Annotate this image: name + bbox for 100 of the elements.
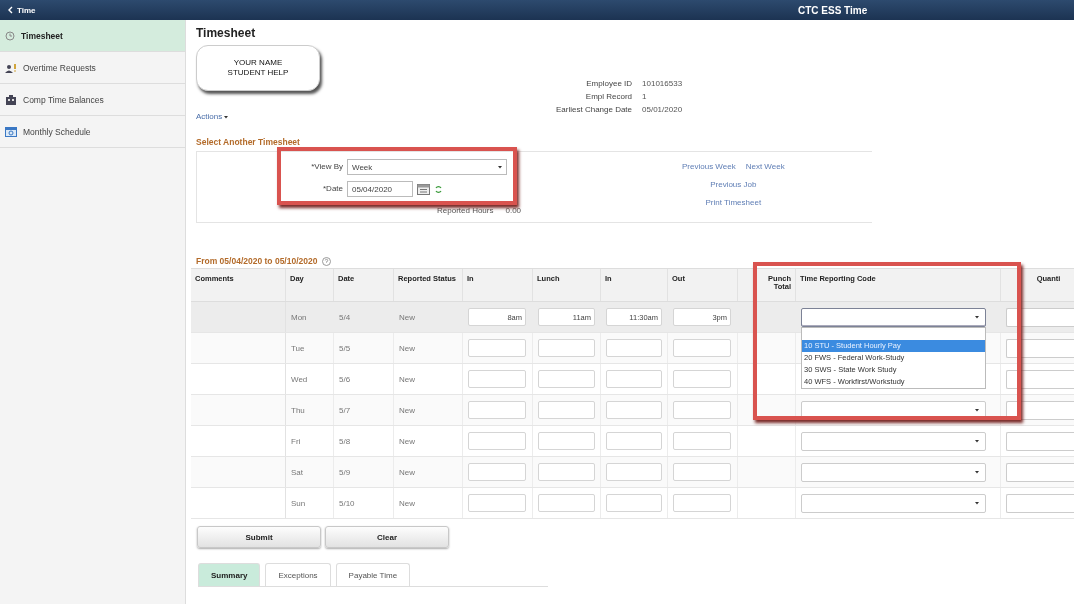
tab[interactable]: Summary xyxy=(198,563,261,586)
time-input[interactable] xyxy=(673,370,731,388)
sidebar-item[interactable]: Timesheet xyxy=(0,20,185,52)
tab[interactable]: Payable Time xyxy=(335,563,411,586)
time-input[interactable] xyxy=(538,370,595,388)
time-input[interactable] xyxy=(468,370,526,388)
time-input[interactable] xyxy=(606,494,662,512)
time-input[interactable] xyxy=(468,463,526,481)
date-cell: 5/6 xyxy=(339,374,351,384)
time-input[interactable] xyxy=(673,463,731,481)
clock-icon xyxy=(5,30,15,41)
sidebar-item[interactable]: Monthly Schedule xyxy=(0,116,185,148)
status-cell: New xyxy=(399,374,415,384)
date-cell: 5/9 xyxy=(339,467,351,477)
date-cell: 5/8 xyxy=(339,436,351,446)
quantity-input[interactable] xyxy=(1006,431,1074,451)
day-cell: Tue xyxy=(291,343,305,353)
time-input[interactable] xyxy=(606,432,662,450)
sidebar-item[interactable]: Comp Time Balances xyxy=(0,84,185,116)
calendar-icon xyxy=(5,126,17,137)
back-icon xyxy=(8,6,13,14)
status-cell: New xyxy=(399,467,415,477)
tab[interactable]: Exceptions xyxy=(265,563,331,586)
quantity-input[interactable] xyxy=(1006,493,1074,513)
field-label: *View By xyxy=(310,161,344,173)
time-reporting-code-select[interactable] xyxy=(801,462,986,482)
info-value: 05/01/2020 xyxy=(642,105,683,114)
section-title: Select Another Timesheet xyxy=(196,137,301,147)
day-cell: Sun xyxy=(291,498,306,508)
quantity-input[interactable] xyxy=(1006,462,1074,482)
date-input[interactable]: 05/04/2020 xyxy=(347,181,413,197)
time-input[interactable] xyxy=(468,339,526,357)
time-input[interactable] xyxy=(468,401,526,419)
quantity-input[interactable] xyxy=(1006,400,1074,420)
sidebar-item[interactable]: Overtime Requests xyxy=(0,52,185,84)
help-icon[interactable] xyxy=(322,256,332,266)
quantity-input[interactable] xyxy=(1006,369,1074,389)
time-input[interactable] xyxy=(673,401,731,419)
period-label: From 05/04/2020 to 05/10/2020 xyxy=(196,256,318,266)
time-input[interactable] xyxy=(606,463,662,481)
status-cell: New xyxy=(399,498,415,508)
building-icon xyxy=(5,94,17,105)
date-cell: 5/5 xyxy=(339,343,351,353)
day-cell: Thu xyxy=(291,405,305,415)
view-by-select[interactable]: Week xyxy=(347,159,507,175)
dropdown-arrow-icon xyxy=(224,114,229,119)
status-cell: New xyxy=(399,312,415,322)
person-icon xyxy=(5,62,17,73)
day-cell: Sat xyxy=(291,467,303,477)
status-cell: New xyxy=(399,405,415,415)
reported-hours-label: Reported Hours xyxy=(437,206,494,215)
day-cell: Fri xyxy=(291,436,301,446)
time-input[interactable] xyxy=(538,339,595,357)
time-input[interactable] xyxy=(468,432,526,450)
status-cell: New xyxy=(399,436,415,446)
time-input[interactable] xyxy=(673,432,731,450)
time-input[interactable] xyxy=(538,463,595,481)
nav-link[interactable]: Next Week xyxy=(745,162,785,171)
page-title: Timesheet xyxy=(196,26,257,40)
time-input[interactable] xyxy=(538,401,595,419)
time-input[interactable] xyxy=(606,401,662,419)
date-cell: 5/7 xyxy=(339,405,351,415)
date-cell: 5/4 xyxy=(339,312,351,322)
dropdown-arrow-icon xyxy=(975,408,979,412)
dropdown-arrow-icon xyxy=(975,501,979,505)
time-input[interactable] xyxy=(538,494,595,512)
dropdown-arrow-icon xyxy=(975,439,979,443)
time-input[interactable] xyxy=(468,494,526,512)
time-input[interactable] xyxy=(606,339,662,357)
quantity-input[interactable] xyxy=(1006,307,1074,327)
time-input[interactable] xyxy=(538,432,595,450)
quantity-input[interactable] xyxy=(1006,338,1074,358)
refresh-icon[interactable] xyxy=(434,184,443,194)
info-value: 101016533 xyxy=(642,79,683,88)
time-reporting-code-select[interactable] xyxy=(801,431,986,451)
dropdown-arrow-icon xyxy=(498,165,502,169)
action-button[interactable]: Clear xyxy=(325,526,449,548)
time-reporting-code-select[interactable] xyxy=(801,307,986,327)
status-cell: New xyxy=(399,343,415,353)
name-callout: YOUR NAME STUDENT HELP xyxy=(196,45,320,91)
time-input[interactable] xyxy=(606,370,662,388)
field-label: *Date xyxy=(322,183,344,195)
nav-link[interactable]: Print Timesheet xyxy=(705,198,762,207)
actions-menu[interactable]: Actions xyxy=(196,112,229,121)
dropdown-arrow-icon xyxy=(975,315,979,319)
nav-link[interactable]: Previous Week xyxy=(682,162,736,171)
info-label: Employee ID xyxy=(585,79,633,88)
time-reporting-code-select[interactable] xyxy=(801,493,986,513)
calendar-icon[interactable] xyxy=(417,183,430,195)
header-title: CTC ESS Time xyxy=(798,4,868,16)
back-button[interactable]: Time xyxy=(0,5,338,15)
day-cell: Wed xyxy=(291,374,308,384)
date-cell: 5/10 xyxy=(339,498,355,508)
nav-link[interactable]: Previous Job xyxy=(710,180,757,189)
info-label: Empl Record xyxy=(584,92,633,101)
time-input[interactable] xyxy=(673,494,731,512)
reported-hours-value: 0.00 xyxy=(505,206,522,215)
action-button[interactable]: Submit xyxy=(197,526,321,548)
day-cell: Mon xyxy=(291,312,307,322)
time-input[interactable] xyxy=(673,339,731,357)
